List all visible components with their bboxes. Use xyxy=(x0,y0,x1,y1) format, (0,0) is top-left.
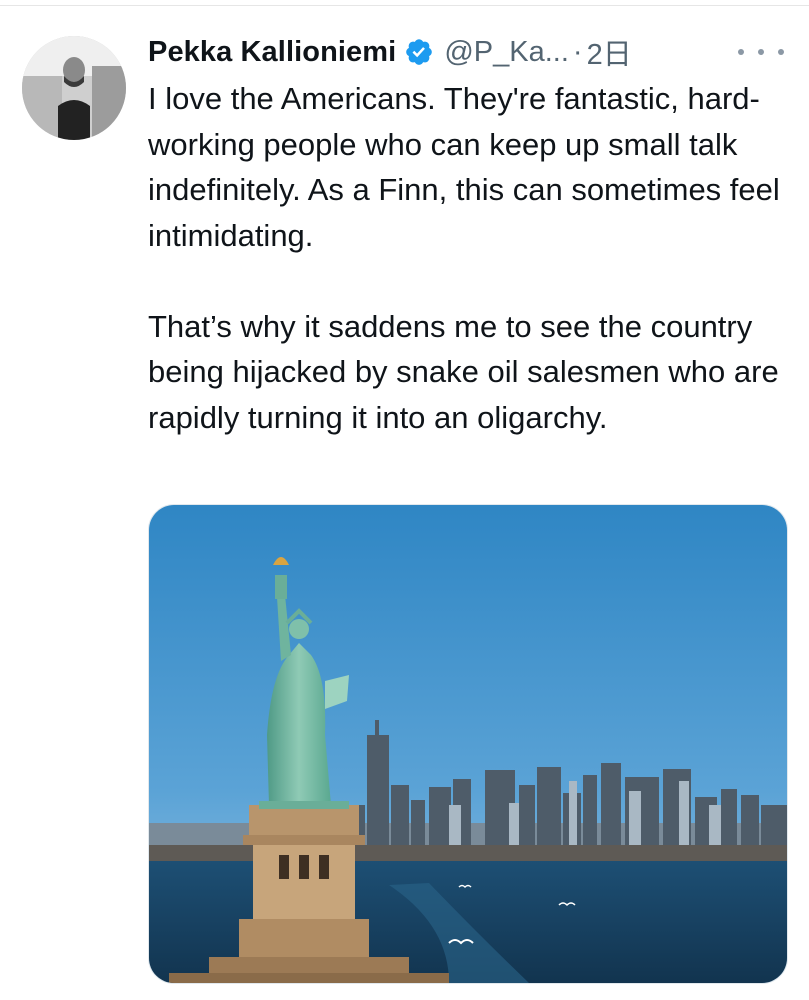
avatar[interactable] xyxy=(22,36,126,140)
header-separator: · xyxy=(572,35,583,68)
tweet-timestamp[interactable]: 2日 xyxy=(587,31,632,73)
author-name[interactable]: Pekka Kallioniemi xyxy=(148,36,396,69)
tweet-header: Pekka Kallioniemi @P_Ka... · 2日 xyxy=(148,30,788,74)
tweet-paragraph: I love the Americans. They're fantastic,… xyxy=(148,81,780,253)
tweet-text: I love the Americans. They're fantastic,… xyxy=(148,76,788,440)
top-divider xyxy=(0,5,809,6)
verified-badge-icon xyxy=(406,39,433,65)
more-horizontal-icon[interactable] xyxy=(738,42,784,62)
avatar-image xyxy=(22,36,126,140)
tweet-paragraph: That’s why it saddens me to see the coun… xyxy=(148,308,779,435)
author-handle[interactable]: @P_Ka... xyxy=(444,36,569,69)
tweet-media-image[interactable] xyxy=(148,504,788,984)
more-dot xyxy=(738,49,744,55)
statue-of-liberty-skyline-image xyxy=(149,505,787,983)
more-dot xyxy=(758,49,764,55)
more-dot xyxy=(778,49,784,55)
